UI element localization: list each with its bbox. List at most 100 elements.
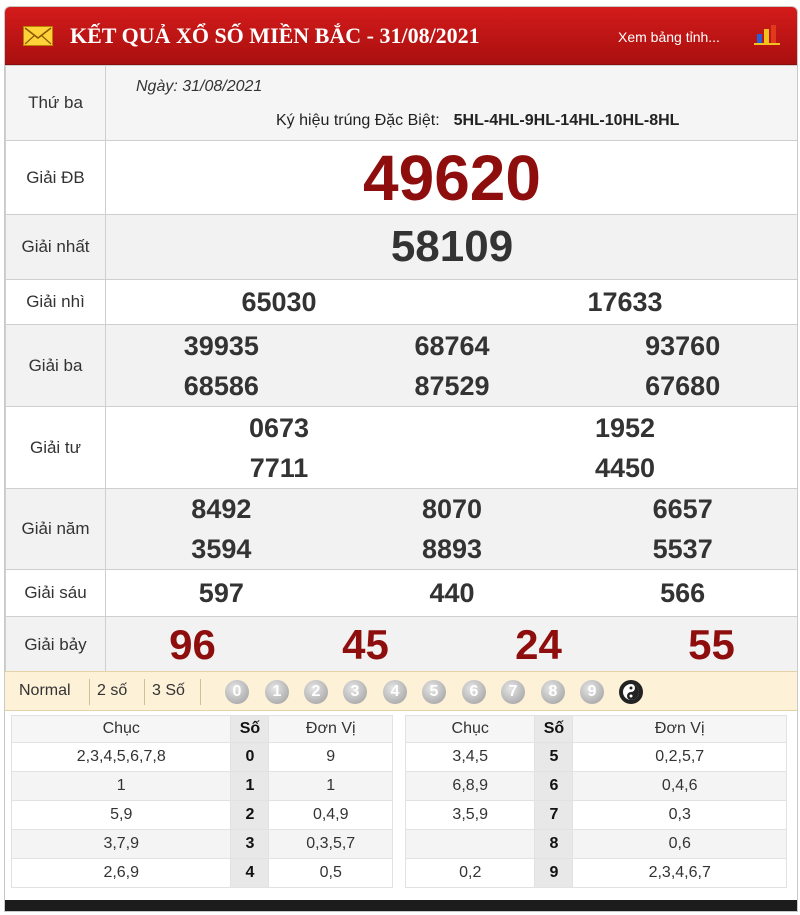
table-row: 3,5,9 7 0,3 (404, 800, 787, 830)
special-code: Ký hiệu trúng Đặc Biệt: 5HL-4HL-9HL-14HL-… (276, 112, 679, 130)
loto-header-donvi: Đơn Vị (268, 715, 393, 743)
loto-so-cell: 6 (534, 771, 574, 801)
prize-db-number: 49620 (363, 141, 541, 214)
digit-2-button[interactable]: 2 (304, 680, 328, 704)
prize-6-row: 597 440 566 (105, 569, 797, 617)
bar-chart-icon[interactable] (753, 24, 781, 46)
toolbar-divider (144, 679, 145, 705)
loto-so-cell: 9 (534, 858, 574, 888)
prize-5-number: 6657 (652, 494, 713, 524)
prize-2-number: 65030 (241, 287, 317, 317)
digit-6-button[interactable]: 6 (462, 680, 486, 704)
prize-4-number: 7711 (249, 452, 309, 483)
table-row: 3,4,5 5 0,2,5,7 (404, 742, 787, 772)
table-row: 1 1 1 (10, 771, 393, 801)
loto-chuc-cell: 6,8,9 (404, 771, 536, 801)
loto-so-cell: 3 (230, 829, 270, 859)
prize-2-number: 17633 (587, 287, 663, 317)
envelope-icon (23, 26, 53, 46)
table-row: 6,8,9 6 0,4,6 (404, 771, 787, 801)
prize-3-number: 67680 (645, 370, 721, 401)
header-bar: KẾT QUẢ XỔ SỐ MIỀN BẮC - 31/08/2021 Xem … (5, 7, 797, 65)
draw-date: Ngày: 31/08/2021 (136, 78, 263, 95)
loto-chuc-cell: 3,4,5 (404, 742, 536, 772)
digit-1-button[interactable]: 1 (265, 680, 289, 704)
loto-header-chuc: Chục (10, 715, 232, 743)
loto-so-cell: 8 (534, 829, 574, 859)
special-code-value: 5HL-4HL-9HL-14HL-10HL-8HL (453, 112, 680, 129)
loto-donvi-cell: 2,3,4,6,7 (572, 858, 787, 888)
loto-table-left: Chục Số Đơn Vị 2,3,4,5,6,7,8 0 9 1 1 1 5… (10, 715, 393, 888)
loto-so-cell: 7 (534, 800, 574, 830)
loto-donvi-cell: 0,6 (572, 829, 787, 859)
prize-5-row: 8492 8070 6657 3594 8893 5537 (105, 488, 797, 570)
prize-5-number: 8070 (421, 494, 483, 524)
footer-bar (5, 900, 797, 911)
prize-db-label: Giải ĐB (5, 140, 106, 215)
loto-so-cell: 5 (534, 742, 574, 772)
loto-header-so: Số (230, 715, 270, 743)
digit-4-button[interactable]: 4 (383, 680, 407, 704)
filter-toolbar: Normal 2 số 3 Số 0 1 2 3 4 5 6 7 8 9 (5, 671, 797, 711)
table-row: 2,3,4,5,6,7,8 0 9 (10, 742, 393, 772)
prize-db-row: 49620 (105, 140, 797, 215)
loto-chuc-cell: 1 (10, 771, 232, 801)
loto-donvi-cell: 0,4,9 (268, 800, 393, 830)
prize-7-number: 96 (169, 621, 216, 668)
loto-chuc-cell: 3,7,9 (10, 829, 232, 859)
page-title: KẾT QUẢ XỔ SỐ MIỀN BẮC - 31/08/2021 (70, 23, 480, 48)
loto-chuc-cell: 5,9 (10, 800, 232, 830)
prize-3-number: 68586 (183, 370, 259, 401)
prize-1-label: Giải nhất (5, 214, 106, 280)
prize-2-row: 65030 17633 (105, 279, 797, 325)
loto-so-cell: 2 (230, 800, 270, 830)
prize-2-label: Giải nhì (5, 279, 106, 325)
prize-3-label: Giải ba (5, 324, 106, 407)
toolbar-divider (200, 679, 201, 705)
prize-6-number: 440 (429, 578, 475, 608)
digit-5-button[interactable]: 5 (422, 680, 446, 704)
prize-5-label: Giải năm (5, 488, 106, 570)
loto-donvi-cell: 0,3,5,7 (268, 829, 393, 859)
loto-donvi-cell: 9 (268, 742, 393, 772)
mode-normal-button[interactable]: Normal (19, 682, 71, 700)
info-cell: Ngày: 31/08/2021 Ký hiệu trúng Đặc Biệt:… (105, 65, 797, 141)
mode-2-digits-button[interactable]: 2 số (97, 682, 127, 700)
prize-7-number: 55 (688, 621, 735, 668)
prize-1-row: 58109 (105, 214, 797, 280)
digit-8-button[interactable]: 8 (541, 680, 565, 704)
results-widget: KẾT QUẢ XỔ SỐ MIỀN BẮC - 31/08/2021 Xem … (4, 6, 798, 912)
loto-donvi-cell: 0,5 (268, 858, 393, 888)
loto-donvi-cell: 0,4,6 (572, 771, 787, 801)
loto-chuc-cell: 3,5,9 (404, 800, 536, 830)
prize-1-number: 58109 (390, 222, 514, 271)
view-province-link[interactable]: Xem bảng tỉnh... (618, 29, 720, 45)
prize-5-number: 5537 (652, 534, 713, 564)
table-row: 0,2 9 2,3,4,6,7 (404, 858, 787, 888)
loto-chuc-cell: 0,2 (404, 858, 536, 888)
special-code-label: Ký hiệu trúng Đặc Biệt: (276, 112, 440, 129)
yin-yang-icon[interactable] (619, 680, 643, 704)
digit-0-button[interactable]: 0 (225, 680, 249, 704)
loto-table-right: Chục Số Đơn Vị 3,4,5 5 0,2,5,7 6,8,9 6 0… (404, 715, 787, 888)
digit-9-button[interactable]: 9 (580, 680, 604, 704)
digit-3-button[interactable]: 3 (343, 680, 367, 704)
prize-5-number: 8893 (421, 534, 483, 564)
prize-6-number: 597 (198, 578, 244, 608)
loto-so-cell: 4 (230, 858, 270, 888)
prize-3-number: 87529 (414, 370, 490, 401)
loto-chuc-cell: 2,6,9 (10, 858, 232, 888)
mode-3-digits-button[interactable]: 3 Số (152, 682, 185, 700)
table-row: 5,9 2 0,4,9 (10, 800, 393, 830)
loto-donvi-cell: 0,3 (572, 800, 787, 830)
prize-6-label: Giải sáu (5, 569, 106, 617)
prize-3-number: 93760 (645, 330, 721, 361)
table-row: 8 0,6 (404, 829, 787, 859)
loto-chuc-cell: 2,3,4,5,6,7,8 (10, 742, 232, 772)
prize-7-number: 24 (515, 621, 562, 668)
loto-chuc-cell (404, 829, 536, 859)
prize-3-number: 68764 (414, 330, 490, 361)
weekday-label: Thứ ba (5, 65, 106, 141)
digit-7-button[interactable]: 7 (501, 680, 525, 704)
table-row: 3,7,9 3 0,3,5,7 (10, 829, 393, 859)
